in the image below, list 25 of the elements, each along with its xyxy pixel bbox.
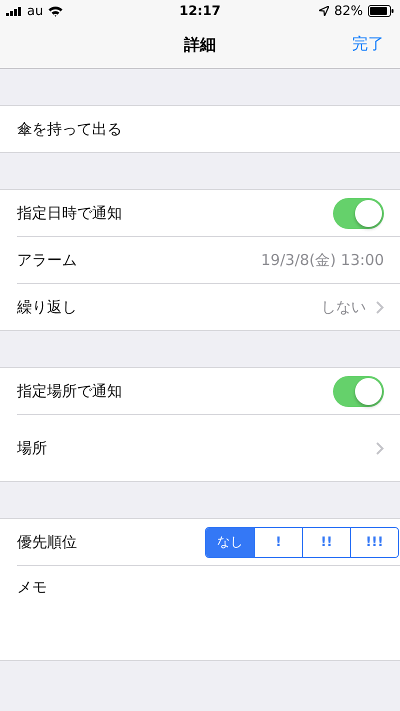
chevron-right-icon bbox=[376, 300, 384, 314]
row-value: しない bbox=[321, 298, 366, 316]
row-label: 傘を持って出る bbox=[17, 120, 122, 138]
memo-label: メモ bbox=[17, 578, 47, 597]
row-label: 繰り返し bbox=[17, 298, 77, 316]
carrier-name: au bbox=[27, 4, 44, 18]
row-label: 指定日時で通知 bbox=[17, 204, 122, 222]
toggle-switch[interactable] bbox=[333, 376, 384, 406]
location-arrow-icon bbox=[319, 6, 330, 16]
toggle-switch[interactable] bbox=[333, 198, 384, 228]
chevron-right-icon bbox=[376, 442, 384, 454]
row-label: 場所 bbox=[17, 438, 47, 458]
wifi-icon bbox=[48, 6, 64, 16]
done-button[interactable]: 完了 bbox=[352, 34, 384, 55]
battery-percent: 82% bbox=[334, 4, 363, 18]
status-time: 12:17 bbox=[178, 4, 222, 18]
segment-tab[interactable]: !!! bbox=[350, 528, 398, 556]
row-label: アラーム bbox=[17, 250, 77, 270]
battery-icon bbox=[368, 5, 394, 17]
nav-title: 詳細 bbox=[184, 34, 216, 56]
row-value: 19/3/8(金) 13:00 bbox=[261, 250, 384, 270]
signal-icon bbox=[6, 6, 22, 16]
row-label: 指定場所で通知 bbox=[17, 382, 122, 400]
segment-tab[interactable]: なし bbox=[206, 528, 254, 556]
row-label: 優先順位 bbox=[17, 532, 77, 552]
